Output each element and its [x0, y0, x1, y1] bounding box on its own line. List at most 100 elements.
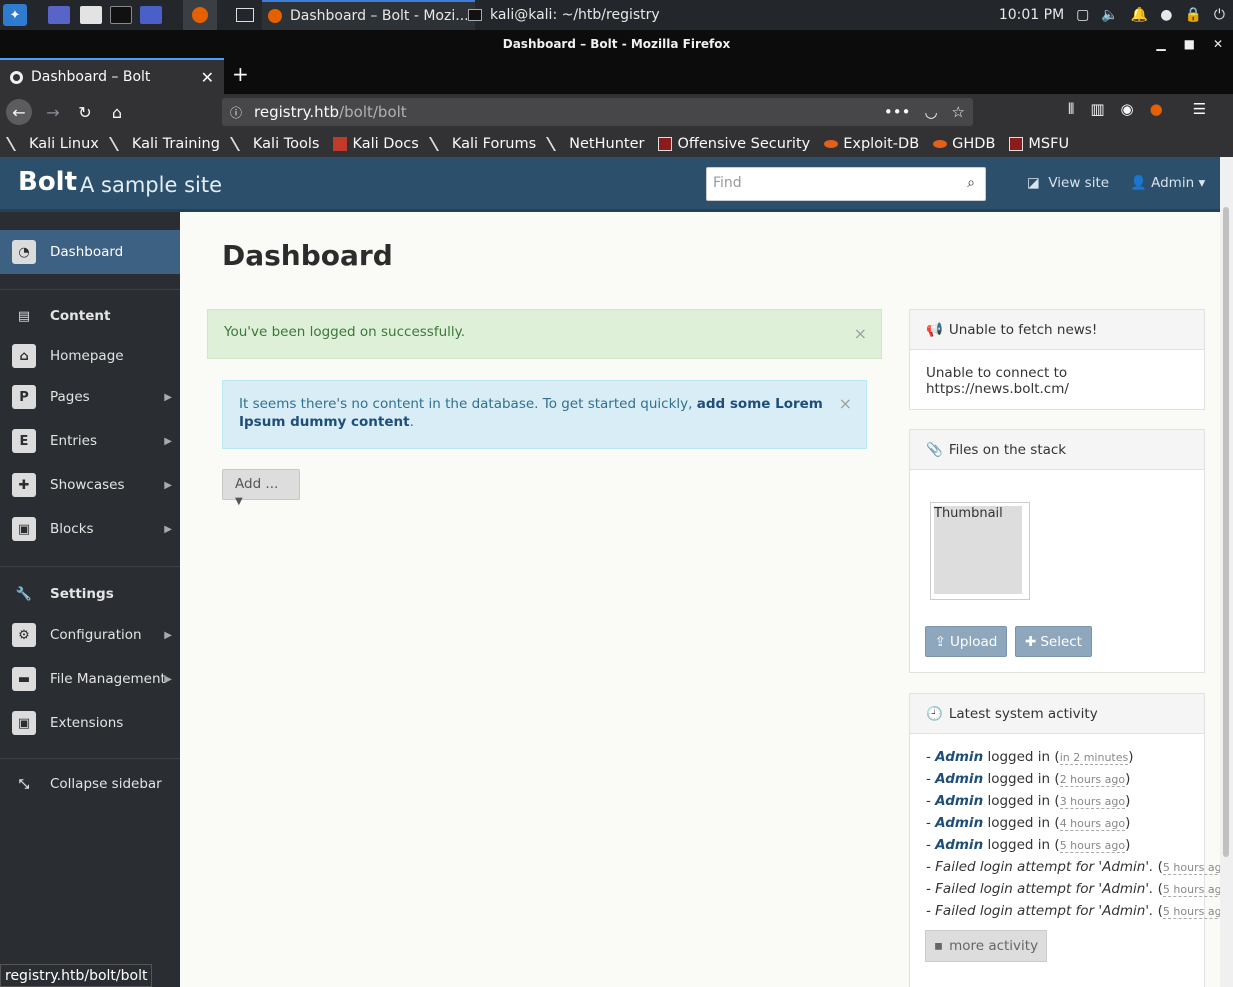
sidebar-item-entries[interactable]: E Entries ▶	[0, 419, 180, 463]
bookmark-kali-training[interactable]: Kali Training	[108, 136, 220, 152]
new-tab-icon[interactable]: +	[232, 62, 249, 86]
back-icon[interactable]: ←	[6, 99, 32, 125]
sidebar-item-label: Content	[50, 308, 111, 324]
page-scrollbar[interactable]	[1220, 157, 1233, 987]
home-icon[interactable]: ⌂	[104, 99, 130, 125]
screen-recorder-icon[interactable]	[140, 4, 162, 26]
info-icon[interactable]: ⓘ	[230, 104, 242, 121]
volume-icon[interactable]: 🔈	[1101, 7, 1118, 23]
sidebar-item-dashboard[interactable]: ◔ Dashboard	[0, 230, 180, 274]
bookmark-label: Exploit-DB	[843, 135, 920, 152]
folder-icon: ▬	[12, 667, 36, 691]
bookmark-kali-forums[interactable]: Kali Forums	[428, 136, 536, 152]
file-manager-icon[interactable]	[80, 4, 102, 26]
tab-bar: Dashboard – Bolt ✕ +	[0, 58, 1233, 94]
workspace-icon[interactable]	[48, 4, 70, 26]
bookmark-kali-tools[interactable]: Kali Tools	[229, 136, 319, 152]
gift-icon: ✚	[12, 473, 36, 497]
activity-user-link[interactable]: Admin	[935, 815, 983, 831]
forward-icon[interactable]: →	[40, 99, 66, 125]
close-icon[interactable]: ✕	[1213, 30, 1223, 58]
sidebar-item-extensions[interactable]: ▣ Extensions	[0, 701, 180, 745]
bolt-brand[interactable]: Bolt	[18, 167, 77, 197]
more-activity-button[interactable]: ▪ more activity	[925, 930, 1047, 962]
tab-dashboard[interactable]: Dashboard – Bolt ✕	[0, 58, 224, 94]
activity-user-link[interactable]: Admin	[935, 771, 983, 787]
sidebar-item-pages[interactable]: P Pages ▶	[0, 375, 180, 419]
external-link-icon: ◪	[1027, 175, 1040, 191]
extension-icon[interactable]: ●	[1150, 100, 1163, 118]
sidebar-heading-settings[interactable]: 🔧 Settings	[0, 572, 180, 616]
sidebar-item-configuration[interactable]: ⚙ Configuration ▶	[0, 613, 180, 657]
collapse-sidebar-button[interactable]: ⤡ Collapse sidebar	[0, 762, 180, 806]
panel-title: Latest system activity	[948, 705, 1098, 722]
bookmark-kali-docs[interactable]: Kali Docs	[333, 136, 419, 152]
cogs-icon: ⚙	[12, 623, 36, 647]
terminal-icon[interactable]	[110, 4, 132, 26]
find-input[interactable]: Find ⌕	[706, 167, 986, 201]
docs-icon	[333, 136, 348, 151]
sidebar-item-label: Pages	[50, 389, 90, 405]
bookmark-star-icon[interactable]: ☆	[952, 103, 965, 121]
status-url: registry.htb/bolt/bolt	[5, 967, 148, 984]
clock[interactable]: 10:01 PM	[999, 7, 1064, 23]
site-name[interactable]: A sample site	[80, 173, 222, 197]
wrench-icon: 🔧	[15, 586, 33, 602]
chevron-right-icon: ▶	[164, 479, 172, 491]
taskbar-firefox-task[interactable]: Dashboard – Bolt - Mozi...	[262, 0, 475, 30]
thumbnail-frame[interactable]: Thumbnail	[930, 502, 1030, 600]
close-icon[interactable]: ×	[854, 324, 867, 343]
view-site-link[interactable]: ◪ View site	[1027, 175, 1109, 191]
pocket-icon[interactable]: ◡	[924, 103, 937, 121]
bookmark-offensive-security[interactable]: Offensive Security	[658, 136, 810, 152]
sidebar-item-blocks[interactable]: ▣ Blocks ▶	[0, 507, 180, 551]
activity-row: - Admin logged in (in 2 minutes)	[926, 749, 1134, 765]
sidebar-item-homepage[interactable]: ⌂ Homepage	[0, 334, 180, 378]
maximize-icon[interactable]: ■	[1184, 30, 1195, 58]
update-icon[interactable]: ●	[1160, 7, 1172, 23]
window-icon[interactable]	[236, 4, 254, 26]
tab-title: Dashboard – Bolt	[31, 69, 151, 85]
info-period: .	[409, 414, 414, 430]
add-dropdown-button[interactable]: Add ... ▼	[222, 469, 300, 507]
activity-user-link[interactable]: Admin	[935, 749, 983, 765]
url-bar[interactable]: ⓘ registry.htb/bolt/bolt ••• ◡ ☆	[222, 98, 973, 126]
menu-icon[interactable]: ☰	[1193, 100, 1206, 118]
upload-button[interactable]: ⇪ Upload	[925, 626, 1007, 657]
lock-icon[interactable]: 🔒	[1184, 7, 1201, 23]
window-title: Dashboard – Bolt - Mozilla Firefox	[502, 37, 731, 51]
activity-user-link[interactable]: Admin	[935, 793, 983, 809]
search-icon[interactable]: ⌕	[967, 175, 975, 191]
notification-bell-icon[interactable]: 🔔	[1131, 7, 1148, 23]
sidebar-item-file-management[interactable]: ▬ File Management ▶	[0, 657, 180, 701]
activity-panel: 🕘 Latest system activity - Admin logged i…	[909, 693, 1220, 987]
power-icon[interactable]: ⏻	[1214, 7, 1225, 23]
msfu-icon	[1009, 136, 1024, 151]
page-actions-icon[interactable]: •••	[884, 103, 911, 121]
taskbar-terminal-task[interactable]: kali@kali: ~/htb/registry	[462, 0, 666, 30]
scrollbar-thumb[interactable]	[1223, 207, 1229, 857]
bookmark-kali-linux[interactable]: Kali Linux	[5, 136, 99, 152]
sidebar-heading-content[interactable]: ▤ Content	[0, 294, 180, 338]
bookmark-msfu[interactable]: MSFU	[1009, 136, 1069, 152]
reload-icon[interactable]: ↻	[72, 99, 98, 125]
kali-menu-icon[interactable]: ✦	[3, 4, 27, 26]
firefox-launcher-icon[interactable]	[183, 0, 217, 30]
sidebar-item-showcases[interactable]: ✚ Showcases ▶	[0, 463, 180, 507]
bookmark-nethunter[interactable]: NetHunter	[546, 136, 644, 152]
activity-user-link[interactable]: Admin	[935, 837, 983, 853]
caret-down-icon: ▼	[235, 496, 243, 507]
close-icon[interactable]: ×	[839, 395, 852, 413]
display-icon[interactable]: ▢	[1076, 7, 1089, 23]
activity-text: logged in	[983, 837, 1055, 853]
library-icon[interactable]: ⫴	[1068, 100, 1074, 118]
minimize-icon[interactable]: ▁	[1156, 30, 1165, 58]
bookmark-ghdb[interactable]: GHDB	[933, 136, 995, 152]
bookmarks-toolbar: Kali Linux Kali Training Kali Tools Kali…	[0, 130, 1233, 157]
select-button[interactable]: ✚ Select	[1015, 626, 1092, 657]
tab-close-icon[interactable]: ✕	[201, 68, 214, 87]
account-icon[interactable]: ◉	[1121, 100, 1134, 118]
sidebar-toggle-icon[interactable]: ▥	[1090, 100, 1104, 118]
bookmark-exploit-db[interactable]: Exploit-DB	[824, 136, 919, 152]
admin-menu[interactable]: 👤 Admin ▾	[1130, 175, 1205, 191]
